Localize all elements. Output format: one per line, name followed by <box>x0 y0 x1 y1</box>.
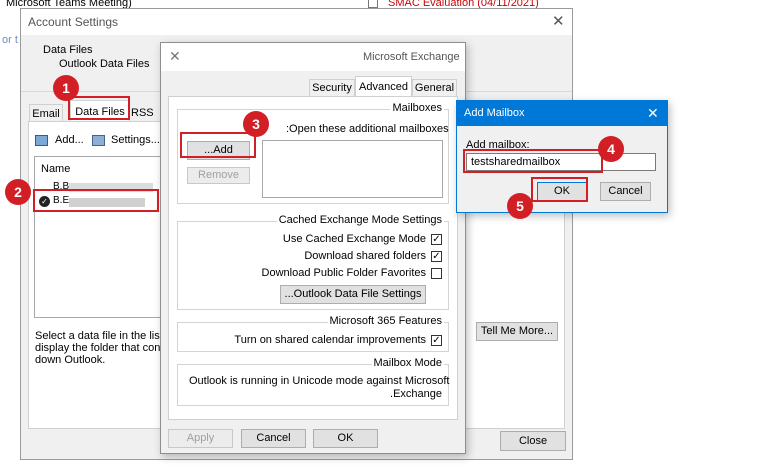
mailbox-mode-text-2: .Exchange <box>390 388 442 400</box>
mailbox-mode-group: Mailbox Mode Outlook is running in Unico… <box>177 357 450 406</box>
exchange-titlebar: ✕ Microsoft Exchange <box>161 43 465 71</box>
step-marker-4: 4 <box>598 136 624 162</box>
shared-calendar-checkbox[interactable]: ✓ <box>431 335 442 346</box>
tab-email[interactable]: Email <box>29 104 63 122</box>
cached-legend: Cached Exchange Mode Settings <box>276 214 444 226</box>
close-icon[interactable]: ✕ <box>552 12 565 30</box>
use-cached-mode-checkbox[interactable]: ✓ <box>431 234 442 245</box>
tab-general[interactable]: General <box>412 79 457 96</box>
add-mailbox-titlebar: Add Mailbox ✕ <box>457 101 667 126</box>
mailbox-mode-text-1: Outlook is running in Unicode mode again… <box>189 375 450 387</box>
cancel-label: Cancel <box>256 432 291 444</box>
close-icon[interactable]: ✕ <box>647 105 659 122</box>
left-edge-text: or t <box>2 34 18 46</box>
account-settings-titlebar: Account Settings ✕ <box>21 9 572 35</box>
apply-label: Apply <box>186 432 215 444</box>
add-mailbox-cancel-label: Cancel <box>608 185 643 197</box>
highlight-default-data-file <box>33 189 159 212</box>
add-mailbox-title: Add Mailbox <box>464 107 525 119</box>
info-line-1: Select a data file in the list, <box>35 330 166 342</box>
ost-settings-button[interactable]: ...Outlook Data File Settings <box>280 285 426 304</box>
download-public-checkbox[interactable] <box>431 268 442 279</box>
tab-security-label: Security <box>312 82 352 94</box>
step-marker-2: 2 <box>5 179 31 205</box>
download-shared-checkbox[interactable]: ✓ <box>431 251 442 262</box>
remove-mailbox-label: Remove <box>198 169 239 181</box>
info-line-3: down Outlook. <box>35 354 106 366</box>
tab-advanced-label: Advanced <box>359 81 408 93</box>
highlight-add-button <box>180 132 256 158</box>
m365-legend: Microsoft 365 Features <box>327 315 444 327</box>
step-marker-5: 5 <box>507 193 533 219</box>
tab-general-label: General <box>414 82 455 94</box>
cached-mode-group: Cached Exchange Mode Settings Use Cached… <box>177 214 449 310</box>
settings-toolbar-label: Settings... <box>111 134 160 146</box>
exchange-dialog: ✕ Microsoft Exchange Security Advanced G… <box>160 42 466 454</box>
tell-me-more-button[interactable]: Tell Me More... <box>476 322 558 341</box>
tab-panel: Add... Settings... Name B.B ✓ B.E.... Se… <box>28 121 169 429</box>
exchange-title: Microsoft Exchange <box>363 51 460 63</box>
shared-calendar-option[interactable]: Turn on shared calendar improvements ✓ <box>234 334 442 348</box>
tab-security[interactable]: Security <box>309 79 355 96</box>
highlight-mailbox-input <box>463 149 603 173</box>
use-cached-mode-option[interactable]: Use Cached Exchange Mode ✓ <box>282 233 442 247</box>
highlight-data-files-tab <box>68 96 130 120</box>
calendar-checkbox <box>368 0 378 8</box>
add-mailbox-cancel-button[interactable]: Cancel <box>600 182 651 201</box>
tab-email-label: Email <box>32 108 60 120</box>
tab-rss-feeds[interactable]: RSS Fe <box>131 104 161 122</box>
account-settings-title: Account Settings <box>28 15 119 29</box>
ok-label: OK <box>337 432 354 444</box>
step-marker-3: 3 <box>243 111 269 137</box>
use-cached-mode-label: Use Cached Exchange Mode <box>282 233 426 245</box>
shared-calendar-label: Turn on shared calendar improvements <box>234 334 426 346</box>
ok-button[interactable]: OK <box>313 429 378 448</box>
remove-mailbox-button[interactable]: Remove <box>187 167 250 184</box>
data-file-list: Name B.B ✓ B.E.... <box>34 156 169 318</box>
highlight-ok-button <box>531 177 588 202</box>
add-data-file-icon <box>35 135 48 146</box>
apply-button[interactable]: Apply <box>168 429 233 448</box>
section-subtitle: Outlook Data Files <box>59 58 150 70</box>
download-shared-option[interactable]: Download shared folders ✓ <box>304 250 442 264</box>
close-button[interactable]: Close <box>500 431 566 451</box>
m365-group: Microsoft 365 Features Turn on shared ca… <box>177 315 449 352</box>
settings-icon <box>92 135 105 146</box>
list-header-name: Name <box>41 163 71 175</box>
mailboxes-legend: Mailboxes <box>390 102 444 114</box>
add-toolbar-label: Add... <box>55 134 84 146</box>
tab-advanced[interactable]: Advanced <box>355 76 412 97</box>
mailboxes-label: :Open these additional mailboxes <box>286 123 449 135</box>
download-public-label: Download Public Folder Favorites <box>261 267 426 279</box>
download-shared-label: Download shared folders <box>304 250 426 262</box>
close-icon[interactable]: ✕ <box>169 48 181 65</box>
tell-me-more-label: Tell Me More... <box>480 325 554 337</box>
cancel-button[interactable]: Cancel <box>241 429 306 448</box>
download-public-option[interactable]: Download Public Folder Favorites <box>261 267 442 281</box>
info-line-2: display the folder that cont <box>35 342 164 354</box>
ost-settings-label: ...Outlook Data File Settings <box>284 288 422 300</box>
info-text: Select a data file in the list, display … <box>35 330 166 366</box>
section-title: Data Files <box>43 44 93 56</box>
tab-rss-label: RSS Fe <box>131 107 154 119</box>
mailbox-mode-legend: Mailbox Mode <box>371 357 444 369</box>
step-marker-1: 1 <box>53 75 79 101</box>
close-label: Close <box>518 435 548 447</box>
additional-mailboxes-list[interactable] <box>262 140 443 198</box>
